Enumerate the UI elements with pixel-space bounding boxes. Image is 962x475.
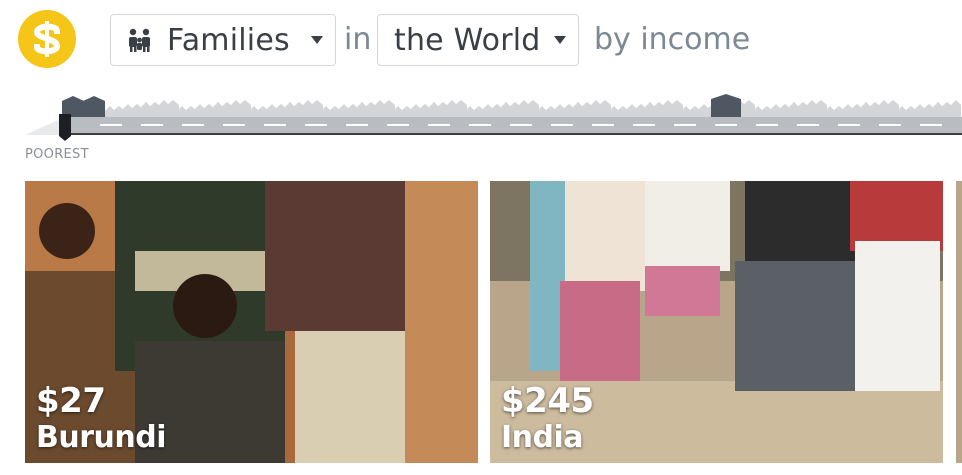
lane-mark [346, 124, 368, 126]
lane-mark [141, 124, 163, 126]
lane-mark [756, 124, 778, 126]
card-country: Burundi [36, 420, 167, 455]
street-house-icon [951, 100, 961, 118]
card-income: $245 [501, 381, 594, 421]
lane-mark [264, 124, 286, 126]
connector-in-text: in [344, 22, 372, 57]
place-dropdown-label: the World [394, 22, 541, 58]
lane-mark [797, 124, 819, 126]
income-slider-handle[interactable] [58, 112, 72, 142]
lane-mark [510, 124, 532, 126]
street-houses [25, 88, 962, 118]
lane-mark [223, 124, 245, 126]
dollar-sign-icon [33, 21, 61, 57]
family-card-burundi[interactable]: $27 Burundi [25, 181, 478, 463]
lane-mark [551, 124, 573, 126]
chevron-down-icon [311, 36, 323, 44]
lane-mark [305, 124, 327, 126]
things-dropdown-label: Families [167, 22, 290, 58]
place-dropdown[interactable]: the World [377, 14, 579, 66]
chevron-down-icon [554, 36, 566, 44]
connector-by-income-text: by income [594, 22, 751, 57]
dollar-street-logo-icon[interactable] [18, 10, 76, 68]
lane-mark [182, 124, 204, 126]
lane-mark [715, 124, 737, 126]
lane-mark [100, 124, 122, 126]
things-dropdown[interactable]: Families [110, 14, 336, 66]
family-card-india[interactable]: $245 India [490, 181, 943, 463]
lane-mark [469, 124, 491, 126]
lane-mark [920, 124, 942, 126]
lane-mark [633, 124, 655, 126]
lane-mark [879, 124, 901, 126]
lane-mark [592, 124, 614, 126]
lane-mark [674, 124, 696, 126]
poorest-label: POOREST [25, 147, 89, 162]
lane-mark [387, 124, 409, 126]
street-house-icon [711, 94, 741, 118]
street-road[interactable] [25, 117, 962, 135]
family-icon [127, 28, 153, 52]
lane-mark [428, 124, 450, 126]
card-country: India [501, 420, 584, 455]
card-income: $27 [36, 381, 106, 421]
lane-mark [838, 124, 860, 126]
family-card-partial[interactable] [956, 181, 962, 463]
income-street[interactable] [25, 88, 962, 148]
street-house-icon [83, 96, 105, 118]
